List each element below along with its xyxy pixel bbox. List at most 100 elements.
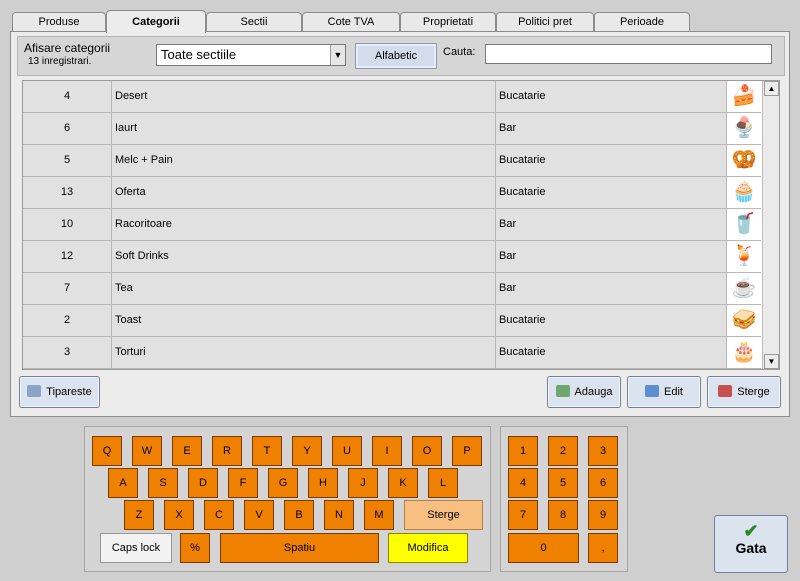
- key-c[interactable]: C: [204, 500, 234, 530]
- key-u[interactable]: U: [332, 436, 362, 466]
- delete-button[interactable]: Sterge: [707, 376, 781, 408]
- modify-key[interactable]: Modifica: [388, 533, 468, 563]
- cell-name: Racoritoare: [112, 209, 496, 240]
- cell-section: Bucatarie: [496, 305, 727, 336]
- key-t[interactable]: T: [252, 436, 282, 466]
- printer-icon: [27, 385, 42, 397]
- tab-proprietati[interactable]: Proprietati: [400, 12, 496, 32]
- table-row[interactable]: 3 Torturi Bucatarie 🎂: [23, 337, 761, 369]
- tab-produse[interactable]: Produse: [12, 12, 106, 32]
- key-r[interactable]: R: [212, 436, 242, 466]
- table-row[interactable]: 2 Toast Bucatarie 🥪: [23, 305, 761, 337]
- cell-section: Bucatarie: [496, 337, 727, 368]
- cake-icon: 🍰: [727, 81, 761, 112]
- key-l[interactable]: L: [428, 468, 458, 498]
- checkmark-icon: ✔: [743, 521, 759, 541]
- sort-alphabetic-button[interactable]: Alfabetic: [355, 43, 437, 69]
- key-v[interactable]: V: [244, 500, 274, 530]
- cell-id: 7: [23, 273, 112, 304]
- tab-categorii[interactable]: Categorii: [106, 10, 206, 33]
- cell-id: 12: [23, 241, 112, 272]
- add-label: Adauga: [574, 386, 613, 398]
- table-row[interactable]: 6 Iaurt Bar 🍨: [23, 113, 761, 145]
- key-5[interactable]: 5: [548, 468, 578, 498]
- key-z[interactable]: Z: [124, 500, 154, 530]
- table-row[interactable]: 12 Soft Drinks Bar 🍹: [23, 241, 761, 273]
- scroll-down-icon[interactable]: ▼: [764, 354, 779, 369]
- key-8[interactable]: 8: [548, 500, 578, 530]
- cell-id: 2: [23, 305, 112, 336]
- key-w[interactable]: W: [132, 436, 162, 466]
- table-row[interactable]: 5 Melc + Pain Bucatarie 🥨: [23, 145, 761, 177]
- table-row[interactable]: 10 Racoritoare Bar 🥤: [23, 209, 761, 241]
- search-input[interactable]: [485, 44, 772, 64]
- table-row[interactable]: 7 Tea Bar ☕: [23, 273, 761, 305]
- key-h[interactable]: H: [308, 468, 338, 498]
- cell-section: Bucatarie: [496, 145, 727, 176]
- key-7[interactable]: 7: [508, 500, 538, 530]
- key-q[interactable]: Q: [92, 436, 122, 466]
- key-p[interactable]: P: [452, 436, 482, 466]
- key-s[interactable]: S: [148, 468, 178, 498]
- vertical-scrollbar[interactable]: ▲ ▼: [762, 81, 779, 369]
- key-y[interactable]: Y: [292, 436, 322, 466]
- record-count: 13 inregistrari.: [28, 56, 92, 67]
- table-row[interactable]: 4 Desert Bucatarie 🍰: [23, 81, 761, 113]
- key-4[interactable]: 4: [508, 468, 538, 498]
- key-3[interactable]: 3: [588, 436, 618, 466]
- cell-id: 6: [23, 113, 112, 144]
- key-e[interactable]: E: [172, 436, 202, 466]
- key-o[interactable]: O: [412, 436, 442, 466]
- cell-name: Iaurt: [112, 113, 496, 144]
- cell-id: 3: [23, 337, 112, 368]
- key-1[interactable]: 1: [508, 436, 538, 466]
- done-button[interactable]: ✔ Gata: [714, 515, 788, 573]
- key-b[interactable]: B: [284, 500, 314, 530]
- tab-perioade[interactable]: Perioade: [594, 12, 690, 32]
- cell-name: Melc + Pain: [112, 145, 496, 176]
- cell-name: Torturi: [112, 337, 496, 368]
- key-n[interactable]: N: [324, 500, 354, 530]
- edit-button[interactable]: Edit: [627, 376, 701, 408]
- key-6[interactable]: 6: [588, 468, 618, 498]
- tab-politici-pret[interactable]: Politici pret: [496, 12, 594, 32]
- cell-name: Toast: [112, 305, 496, 336]
- space-key[interactable]: Spatiu: [220, 533, 379, 563]
- add-button[interactable]: Adauga: [547, 376, 621, 408]
- cell-name: Tea: [112, 273, 496, 304]
- chevron-down-icon[interactable]: ▼: [330, 45, 345, 65]
- key-f[interactable]: F: [228, 468, 258, 498]
- cell-id: 10: [23, 209, 112, 240]
- key-percent[interactable]: %: [180, 533, 210, 563]
- categories-panel: Afisare categorii 13 inregistrari. Toate…: [10, 31, 790, 417]
- key-0[interactable]: 0: [508, 533, 579, 563]
- key-9[interactable]: 9: [588, 500, 618, 530]
- cell-section: Bar: [496, 209, 727, 240]
- cell-section: Bucatarie: [496, 81, 727, 112]
- tab-cote-tva[interactable]: Cote TVA: [302, 12, 400, 32]
- key-k[interactable]: K: [388, 468, 418, 498]
- section-select[interactable]: Toate sectiile ▼: [156, 44, 346, 66]
- caps-lock-key[interactable]: Caps lock: [100, 533, 172, 563]
- table-row[interactable]: 13 Oferta Bucatarie 🧁: [23, 177, 761, 209]
- numpad: 1 2 3 4 5 6 7 8 9 0 ,: [500, 426, 628, 572]
- print-button[interactable]: Tipareste: [19, 376, 100, 408]
- torte-icon: 🎂: [727, 337, 761, 368]
- offer-icon: 🧁: [727, 177, 761, 208]
- cell-section: Bar: [496, 113, 727, 144]
- backspace-key[interactable]: Sterge: [404, 500, 483, 530]
- key-d[interactable]: D: [188, 468, 218, 498]
- tab-sectii[interactable]: Sectii: [206, 12, 302, 32]
- key-x[interactable]: X: [164, 500, 194, 530]
- scroll-up-icon[interactable]: ▲: [764, 81, 779, 96]
- edit-icon: [645, 385, 660, 397]
- key-2[interactable]: 2: [548, 436, 578, 466]
- key-a[interactable]: A: [108, 468, 138, 498]
- key-j[interactable]: J: [348, 468, 378, 498]
- key-comma[interactable]: ,: [588, 533, 618, 563]
- key-m[interactable]: M: [364, 500, 394, 530]
- key-i[interactable]: I: [372, 436, 402, 466]
- tab-strip: Produse Categorii Sectii Cote TVA Propri…: [12, 10, 792, 33]
- filter-bar: Afisare categorii 13 inregistrari. Toate…: [17, 36, 785, 76]
- key-g[interactable]: G: [268, 468, 298, 498]
